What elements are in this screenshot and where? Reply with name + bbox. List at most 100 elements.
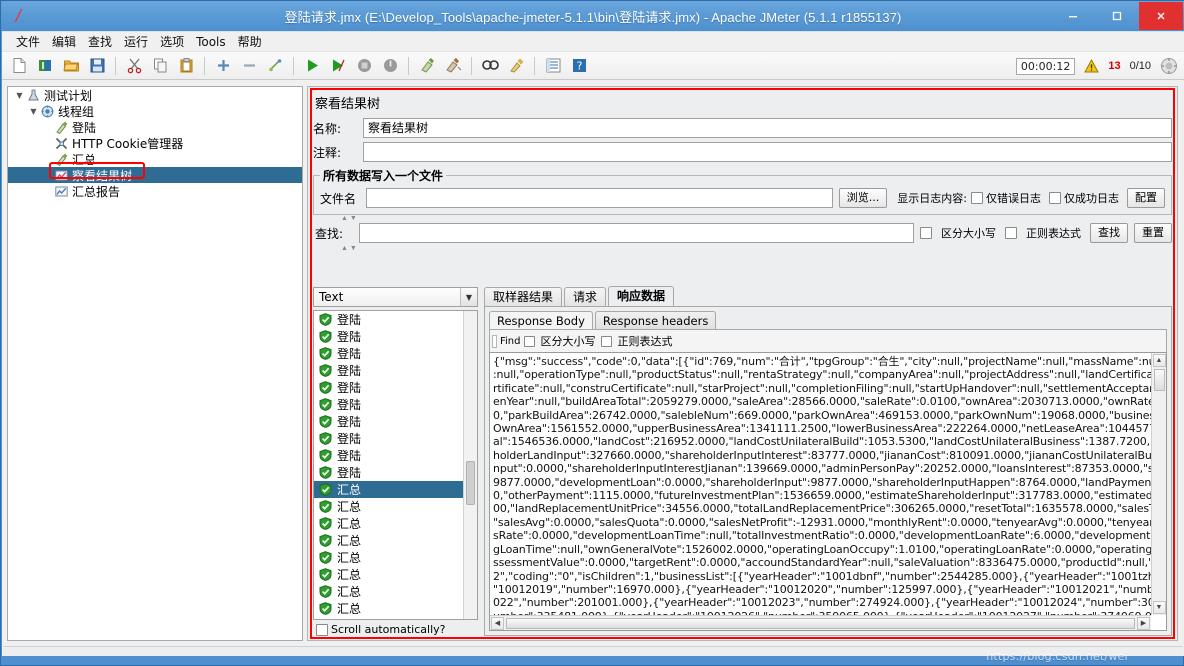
tree-item-login-sampler[interactable]: 登陆 <box>8 119 302 135</box>
scroll-down-button[interactable]: ▼ <box>1152 601 1166 614</box>
list-item[interactable]: 登陆 <box>314 447 477 464</box>
results-scrollbar[interactable] <box>463 311 477 619</box>
warning-triangle-icon[interactable] <box>1084 59 1100 73</box>
function-helper-icon[interactable] <box>541 54 565 78</box>
toolbar: ? 00:00:12 13 0/10 <box>2 52 1184 80</box>
only-success-log-checkbox[interactable] <box>1049 192 1061 204</box>
menu-help[interactable]: 帮助 <box>232 33 268 51</box>
list-item[interactable]: 汇总 <box>314 600 477 617</box>
list-item[interactable]: 汇总 <box>314 532 477 549</box>
list-item[interactable]: 登陆 <box>314 379 477 396</box>
menu-run[interactable]: 运行 <box>118 33 154 51</box>
browse-button[interactable]: 浏览... <box>838 188 888 208</box>
name-input[interactable]: 察看结果树 <box>363 118 1172 138</box>
tree-item-cookie-manager[interactable]: HTTP Cookie管理器 <box>8 135 302 151</box>
clear-icon[interactable] <box>415 54 439 78</box>
reset-button[interactable]: 重置 <box>1134 223 1172 243</box>
subtab-response-headers[interactable]: Response headers <box>594 311 717 330</box>
response-vertical-scrollbar[interactable]: ▲ ▼ <box>1151 353 1166 615</box>
tree-item-view-results-tree[interactable]: 察看结果树 <box>8 167 302 183</box>
list-item[interactable]: 汇总 <box>314 549 477 566</box>
new-icon[interactable] <box>7 54 31 78</box>
list-item[interactable]: 登陆 <box>314 328 477 345</box>
results-scroll-thumb[interactable] <box>466 461 475 505</box>
subtab-response-body[interactable]: Response Body <box>489 311 593 330</box>
find-input[interactable] <box>492 334 497 348</box>
tree-item-summary-sampler[interactable]: 汇总 <box>8 151 302 167</box>
regex-checkbox[interactable] <box>1005 227 1017 239</box>
response-body-viewer[interactable]: {"msg":"success","code":0,"data":[{"id":… <box>489 352 1167 631</box>
chevron-down-icon[interactable]: ▼ <box>460 288 477 306</box>
test-plan-tree[interactable]: ▼ 测试计划 ▼ 线程组 登陆 HTTP Cookie管理器 汇总 察看结果树 … <box>7 86 303 641</box>
list-item[interactable]: 登陆 <box>314 430 477 447</box>
start-icon[interactable] <box>300 54 324 78</box>
toggle-icon[interactable] <box>263 54 287 78</box>
window-title: 登陆请求.jmx (E:\Develop_Tools\apache-jmeter… <box>284 9 902 25</box>
scroll-up-button[interactable]: ▲ <box>1152 354 1166 367</box>
search-input[interactable] <box>359 223 914 243</box>
splitter-lower[interactable]: ▲▼ <box>313 245 1172 252</box>
list-item[interactable]: 汇总 <box>314 583 477 600</box>
tree-item-thread-group[interactable]: ▼ 线程组 <box>8 103 302 119</box>
menu-options[interactable]: 选项 <box>154 33 190 51</box>
tree-item-summary-report[interactable]: 汇总报告 <box>8 183 302 199</box>
paste-icon[interactable] <box>174 54 198 78</box>
chevron-down-icon[interactable]: ▼ <box>14 91 25 100</box>
maximize-button[interactable] <box>1095 2 1139 30</box>
search-icon[interactable] <box>478 54 502 78</box>
menu-search[interactable]: 查找 <box>82 33 118 51</box>
response-regex-checkbox[interactable] <box>600 335 612 347</box>
minimize-button[interactable] <box>1051 2 1095 30</box>
list-item[interactable]: 汇总 <box>314 566 477 583</box>
list-item[interactable]: 登陆 <box>314 413 477 430</box>
tab-sampler-result[interactable]: 取样器结果 <box>484 287 563 307</box>
response-scroll-thumb[interactable] <box>1153 369 1165 391</box>
shutdown-icon[interactable] <box>378 54 402 78</box>
tree-item-test-plan[interactable]: ▼ 测试计划 <box>8 87 302 103</box>
menu-tools[interactable]: Tools <box>190 33 232 51</box>
expand-all-icon[interactable] <box>211 54 235 78</box>
scroll-automatically-checkbox[interactable] <box>316 623 328 636</box>
list-item[interactable]: 登陆 <box>314 345 477 362</box>
sampler-result-list[interactable]: 登陆登陆登陆登陆登陆登陆登陆登陆登陆登陆汇总汇总汇总汇总汇总汇总汇总汇总汇总汇总… <box>313 310 478 620</box>
configure-button[interactable]: 配置 <box>1127 188 1165 208</box>
renderer-select[interactable]: Text ▼ <box>313 287 478 307</box>
copy-icon[interactable] <box>148 54 172 78</box>
menu-edit[interactable]: 编辑 <box>46 33 82 51</box>
collapse-all-icon[interactable] <box>237 54 261 78</box>
list-item[interactable]: 登陆 <box>314 464 477 481</box>
reset-search-icon[interactable] <box>504 54 528 78</box>
help-icon[interactable]: ? <box>567 54 591 78</box>
match-case-checkbox[interactable] <box>920 227 932 239</box>
tab-request[interactable]: 请求 <box>564 287 607 307</box>
chevron-down-icon[interactable]: ▼ <box>28 107 39 116</box>
list-item[interactable]: 汇总 <box>314 498 477 515</box>
list-item[interactable]: 登陆 <box>314 311 477 328</box>
list-item[interactable]: 汇总 <box>314 617 477 619</box>
stop-icon[interactable] <box>352 54 376 78</box>
menu-file[interactable]: 文件 <box>10 33 46 51</box>
list-item[interactable]: 汇总 <box>314 481 477 498</box>
find-button[interactable]: 查找 <box>1090 223 1128 243</box>
clear-all-icon[interactable] <box>441 54 465 78</box>
filename-input[interactable] <box>366 188 833 208</box>
list-item[interactable]: 汇总 <box>314 515 477 532</box>
close-button[interactable] <box>1139 2 1183 30</box>
tab-response-data[interactable]: 响应数据 <box>608 286 675 307</box>
only-error-log-checkbox[interactable] <box>971 192 983 204</box>
response-horizontal-scrollbar[interactable]: ◀ ▶ <box>490 615 1151 630</box>
start-no-pause-icon[interactable] <box>326 54 350 78</box>
scroll-left-button[interactable]: ◀ <box>491 616 504 630</box>
response-find-bar: Find 区分大小写 正则表达式 <box>489 329 1167 352</box>
cut-icon[interactable] <box>122 54 146 78</box>
scroll-automatically-row[interactable]: Scroll automatically? <box>313 620 478 636</box>
list-item[interactable]: 登陆 <box>314 362 477 379</box>
response-hscroll-thumb[interactable] <box>506 617 1135 629</box>
open-icon[interactable] <box>59 54 83 78</box>
templates-icon[interactable] <box>33 54 57 78</box>
save-icon[interactable] <box>85 54 109 78</box>
scroll-right-button[interactable]: ▶ <box>1137 616 1150 630</box>
list-item[interactable]: 登陆 <box>314 396 477 413</box>
response-match-case-checkbox[interactable] <box>523 335 535 347</box>
comment-input[interactable] <box>363 142 1172 162</box>
